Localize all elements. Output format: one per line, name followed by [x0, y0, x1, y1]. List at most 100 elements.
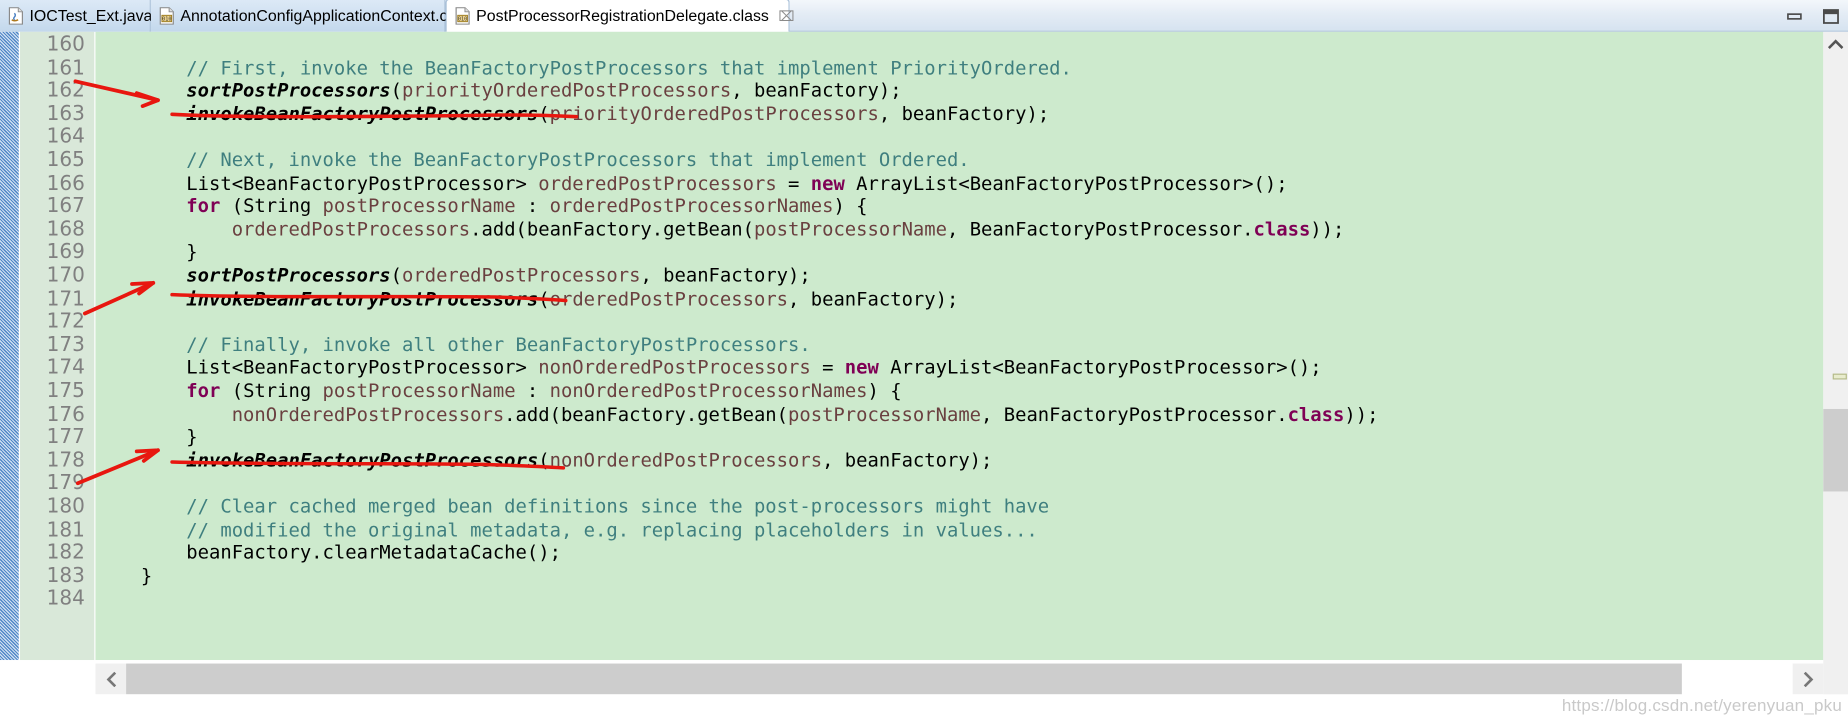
- editor-tab-label: IOCTest_Ext.java: [29, 6, 153, 25]
- chevron-up-icon: [1828, 39, 1844, 49]
- java-file-icon: [8, 7, 23, 25]
- code-token-fld: nonOrderedPostProcessors: [231, 402, 505, 425]
- editor-tab-label: AnnotationConfigApplicationContext.class: [180, 6, 476, 25]
- code-token-kw: for: [186, 379, 221, 402]
- code-token-pl: , beanFactory);: [731, 79, 902, 102]
- line-number: 166: [46, 171, 85, 196]
- code-editor[interactable]: 160 161 162 163 164 165 166 167 168 169 170 171 172 1…: [0, 31, 1848, 695]
- code-token-fld: orderedPostProcessors: [538, 171, 777, 194]
- code-token-kw: new: [810, 171, 845, 194]
- code-line[interactable]: beanFactory.clearMetadataCache();: [95, 541, 561, 564]
- screenshot-root: IOCTest_Ext.java 010 AnnotationConfigAppli…: [0, 0, 1848, 719]
- code-token-pl: =: [810, 356, 845, 379]
- code-line[interactable]: sortPostProcessors(priorityOrderedPostPr…: [95, 79, 902, 102]
- scrollbar-overview-mark[interactable]: [1832, 373, 1847, 380]
- line-number: 179: [46, 471, 85, 496]
- code-line[interactable]: // Finally, invoke all other BeanFactory…: [95, 335, 810, 355]
- code-token-pl: }: [95, 564, 153, 587]
- line-number: 162: [46, 79, 85, 103]
- code-token-kw: class: [1253, 217, 1311, 241]
- editor-tab-3[interactable]: 010 PostProcessorRegistrationDelegate.cla…: [445, 0, 795, 32]
- code-token-pl: beanFactory.clearMetadataCache();: [95, 541, 561, 564]
- line-number: 170: [46, 264, 85, 288]
- code-token-kw: class: [1287, 402, 1345, 425]
- code-line[interactable]: }: [95, 564, 153, 587]
- code-line[interactable]: }: [95, 243, 197, 262]
- line-number: 165: [46, 148, 85, 173]
- code-line[interactable]: for (String postProcessorName : orderedP…: [95, 194, 867, 218]
- code-line[interactable]: List<BeanFactoryPostProcessor> orderedPo…: [95, 171, 1287, 194]
- code-token-pl: , BeanFactoryPostProcessor.: [946, 217, 1254, 241]
- annotation-ruler-column[interactable]: [0, 31, 21, 661]
- editor-tab-bar: IOCTest_Ext.java 010 AnnotationConfigAppli…: [0, 0, 1848, 32]
- svg-text:010: 010: [458, 17, 467, 23]
- csdn-watermark: https://blog.csdn.net/yerenyuan_pku: [1561, 696, 1842, 715]
- code-line[interactable]: for (String postProcessorName : nonOrder…: [95, 379, 901, 402]
- vertical-scrollbar[interactable]: [1823, 31, 1848, 695]
- code-token-mth: invokeBeanFactoryPostProcessors: [186, 287, 539, 310]
- horizontal-scrollbar[interactable]: [95, 663, 1824, 695]
- line-number: 163: [46, 102, 85, 126]
- chevron-right-icon: [1803, 671, 1813, 687]
- code-token-fld: nonOrderedPostProcessors: [538, 356, 811, 379]
- line-number: 184: [46, 587, 85, 611]
- code-token-fld: nonOrderedPostProcessorNames: [549, 379, 868, 402]
- code-token-fld: priorityOrderedPostProcessors: [402, 79, 732, 102]
- code-line[interactable]: nonOrderedPostProcessors.add(beanFactory…: [95, 402, 1379, 425]
- code-token-pl: :: [515, 379, 550, 402]
- horizontal-scroll-thumb[interactable]: [126, 663, 1682, 695]
- code-line[interactable]: // First, invoke the BeanFactoryPostProc…: [95, 58, 1072, 77]
- line-number: 183: [46, 564, 85, 588]
- code-token-pl: .add(beanFactory.getBean(: [504, 402, 789, 425]
- editor-tab-1[interactable]: IOCTest_Ext.java: [0, 0, 153, 32]
- code-token-pl: (: [538, 448, 550, 472]
- editor-tab-2[interactable]: 010 AnnotationConfigApplicationContext.cl…: [150, 0, 476, 32]
- line-number: 160: [46, 33, 85, 57]
- code-line[interactable]: // Next, invoke the BeanFactoryPostProce…: [95, 150, 969, 170]
- vertical-scroll-thumb[interactable]: [1823, 408, 1848, 492]
- code-line[interactable]: List<BeanFactoryPostProcessor> nonOrdere…: [95, 356, 1321, 379]
- code-line[interactable]: sortPostProcessors(orderedPostProcessors…: [95, 266, 810, 285]
- code-line[interactable]: invokeBeanFactoryPostProcessors(priority…: [95, 102, 1049, 124]
- code-token-pl: =: [776, 171, 811, 194]
- code-token-pl: }: [95, 240, 198, 264]
- code-token-fld: orderedPostProcessors: [402, 264, 641, 287]
- eclipse-editor-window: IOCTest_Ext.java 010 AnnotationConfigAppli…: [0, 0, 1848, 719]
- code-token-cm: // modified the original metadata, e.g. …: [95, 518, 1038, 541]
- code-token-fld: orderedPostProcessors: [231, 217, 471, 241]
- java-file-icon: [8, 7, 23, 25]
- code-line[interactable]: invokeBeanFactoryPostProcessors(orderedP…: [95, 289, 958, 308]
- code-token-mth: sortPostProcessors: [186, 79, 391, 102]
- maximize-button[interactable]: [1821, 8, 1841, 25]
- maximize-icon: [1822, 8, 1839, 24]
- code-text-area[interactable]: // First, invoke the BeanFactoryPostProc…: [95, 31, 1824, 661]
- code-token-fld: postProcessorName: [322, 194, 516, 218]
- editor-tab-label: PostProcessorRegistrationDelegate.class: [476, 6, 769, 25]
- code-line[interactable]: }: [95, 427, 197, 447]
- code-line[interactable]: // Clear cached merged bean definitions …: [95, 497, 1049, 516]
- code-token-mth: sortPostProcessors: [186, 264, 391, 287]
- code-token-fld: orderedPostProcessorNames: [549, 194, 834, 218]
- line-number: 161: [46, 56, 85, 80]
- code-line[interactable]: // modified the original metadata, e.g. …: [95, 518, 1038, 541]
- code-line[interactable]: invokeBeanFactoryPostProcessors(nonOrder…: [95, 451, 992, 470]
- minimize-button[interactable]: [1784, 8, 1804, 25]
- tab-close-icon[interactable]: ⌧: [778, 9, 794, 23]
- scroll-up-button[interactable]: [1823, 32, 1848, 57]
- scroll-right-button[interactable]: [1792, 663, 1824, 695]
- line-number: 171: [46, 287, 85, 311]
- class-file-icon: 010: [455, 7, 470, 25]
- code-token-pl: List<BeanFactoryPostProcessor>: [95, 171, 539, 194]
- window-controls: [1784, 0, 1841, 32]
- code-line[interactable]: orderedPostProcessors.add(beanFactory.ge…: [95, 217, 1345, 241]
- scroll-left-button[interactable]: [95, 663, 127, 695]
- code-token-kw: for: [186, 194, 221, 218]
- code-token-pl: (String: [220, 379, 323, 402]
- line-number: 164: [46, 125, 85, 149]
